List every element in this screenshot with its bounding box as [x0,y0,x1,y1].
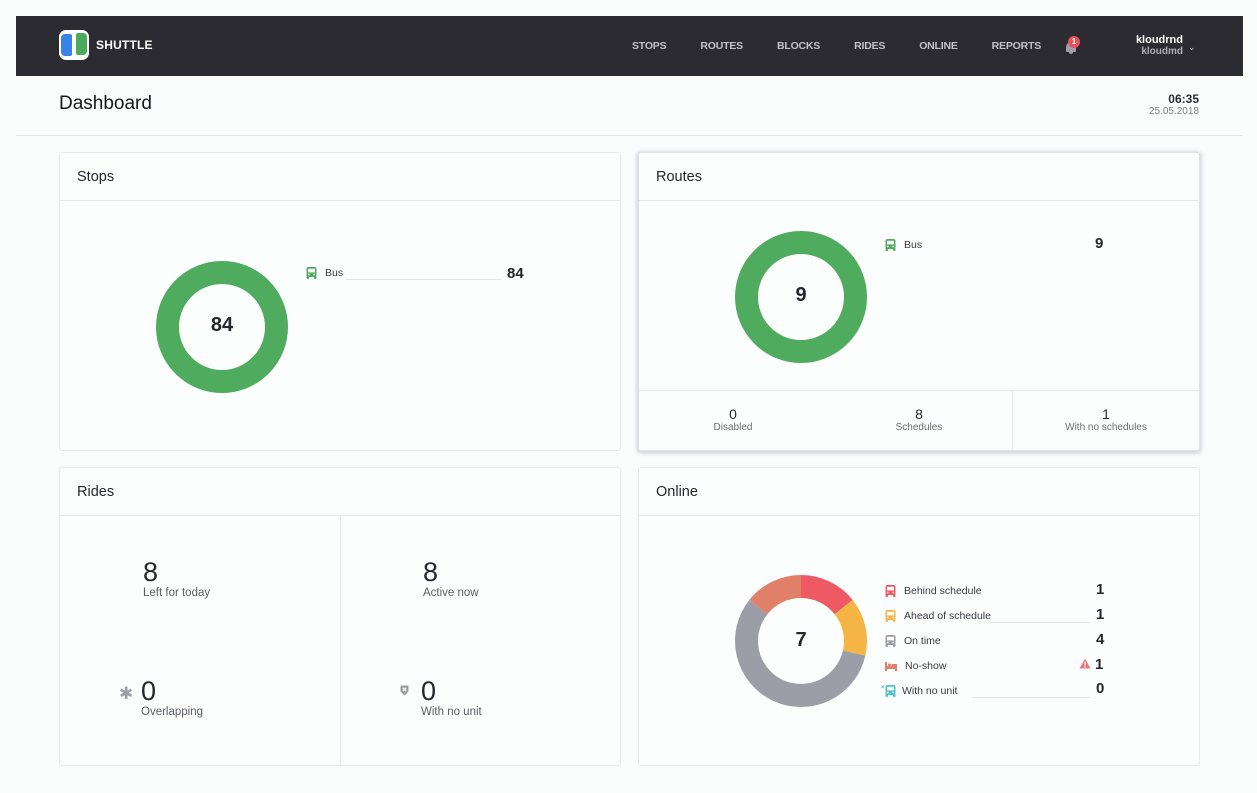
online-legend-ahead[interactable]: Ahead of schedule [885,610,991,622]
online-legend-behind[interactable]: Behind schedule [885,585,982,597]
routes-legend-bus: Bus [885,239,922,251]
online-card-title: Online [639,468,1199,516]
stops-card-title: Stops [60,153,620,201]
asterisk-icon: ✱ [119,684,134,703]
nav-reports[interactable]: REPORTS [992,40,1042,52]
nav-online[interactable]: ONLINE [919,40,958,52]
user-login: kloudmd [1141,46,1183,57]
online-legend-no-show[interactable]: No-show [885,660,946,672]
routes-stat-no-schedules[interactable]: 1 With no schedules [1046,406,1166,433]
header-divider [16,135,1243,136]
nav-rides[interactable]: RIDES [854,40,885,52]
rides-column-divider [340,516,341,765]
nav-stops[interactable]: STOPS [632,40,667,52]
stat-label: With no unit [421,706,482,718]
nav-routes[interactable]: ROUTES [700,40,743,52]
stat-value: 0 [141,676,157,706]
legend-value: 1 [1095,656,1104,673]
brand-name[interactable]: SHUTTLE [96,38,153,52]
bus-icon [885,635,896,647]
stat-label: Overlapping [141,706,204,718]
stops-legend-label: Bus [325,267,344,279]
app-frame: SHUTTLE STOPS ROUTES BLOCKS RIDES ONLINE… [16,16,1243,793]
leader-line [990,622,1090,623]
current-time: 06:35 [1168,92,1199,106]
legend-label: Behind schedule [904,585,982,597]
rides-stat-no-unit[interactable]: 0 With no unit [421,676,482,718]
legend-value: 1 [1096,606,1105,623]
bus-x-icon [881,685,896,697]
routes-card-title: Routes [639,153,1199,201]
stat-label: Disabled [713,422,753,433]
stat-label: Left for today [143,587,211,599]
online-legend-no-unit[interactable]: With no unit [881,685,957,697]
user-menu[interactable]: kloudrnd kloudmd [1136,34,1183,57]
chevron-down-icon[interactable]: ⌄ [1188,42,1196,53]
legend-value: 0 [1096,680,1105,697]
online-card: Online 7 Behind schedule 1 Ahead of sche… [638,467,1200,766]
stat-value: 0 [421,676,437,706]
stat-value: 8 [915,406,923,422]
stat-value: 0 [729,406,737,422]
stops-donut-total: 84 [210,314,234,336]
online-donut-total: 7 [795,629,807,651]
warning-icon [1079,658,1091,669]
routes-stat-schedules[interactable]: 8 Schedules [869,406,969,433]
nav-blocks[interactable]: BLOCKS [777,40,820,52]
leader-line [346,279,501,280]
stat-value: 8 [423,557,439,587]
rides-stat-overlapping[interactable]: 0 Overlapping [141,676,203,718]
rides-stat-active-now[interactable]: 8 Active now [423,557,479,599]
rides-stat-left-today[interactable]: 8 Left for today [143,557,210,599]
legend-label: Ahead of schedule [904,610,991,622]
legend-label: No-show [905,660,947,672]
routes-donut-total: 9 [795,284,807,306]
notification-badge[interactable]: 1 [1068,36,1080,48]
stat-value: 8 [143,557,159,587]
rides-card-title: Rides [60,468,620,516]
bus-icon [885,610,896,622]
legend-label: With no unit [902,685,958,697]
stat-label: Schedules [895,422,943,433]
stops-legend-bus: Bus [306,267,343,279]
bus-icon [885,239,896,251]
clock: 06:35 25.05.2018 [1149,92,1199,117]
routes-legend-label: Bus [904,239,923,251]
shield-x-icon [400,685,409,696]
routes-card: Routes 9 Bus 9 0 Disabled 8 Schedules 1 … [638,152,1200,451]
stat-label: Active now [423,587,479,599]
stops-card: Stops 84 Bus 84 [59,152,621,451]
bus-icon [885,585,896,597]
routes-stats-divider [639,390,1199,391]
bed-icon [885,661,897,671]
routes-stat-disabled[interactable]: 0 Disabled [683,406,783,433]
legend-value: 4 [1096,631,1105,648]
rides-card: Rides 8 Left for today 8 Active now ✱ 0 … [59,467,621,766]
legend-label: On time [904,635,941,647]
shuttle-logo-icon[interactable] [59,30,89,60]
stat-label: With no schedules [1065,422,1147,433]
stat-value: 1 [1102,406,1110,422]
routes-legend-value: 9 [1095,235,1104,252]
legend-value: 1 [1096,581,1105,598]
stops-legend-value: 84 [507,265,524,282]
online-legend-on-time[interactable]: On time [885,635,941,647]
bus-icon [306,267,317,279]
top-navbar: SHUTTLE STOPS ROUTES BLOCKS RIDES ONLINE… [16,16,1243,76]
routes-stats-separator [1012,390,1013,450]
page-title: Dashboard [59,93,152,114]
leader-line [972,697,1090,698]
user-name: kloudrnd [1135,34,1183,46]
main-nav: STOPS ROUTES BLOCKS RIDES ONLINE REPORTS [632,40,1075,52]
current-date: 25.05.2018 [1148,106,1199,117]
